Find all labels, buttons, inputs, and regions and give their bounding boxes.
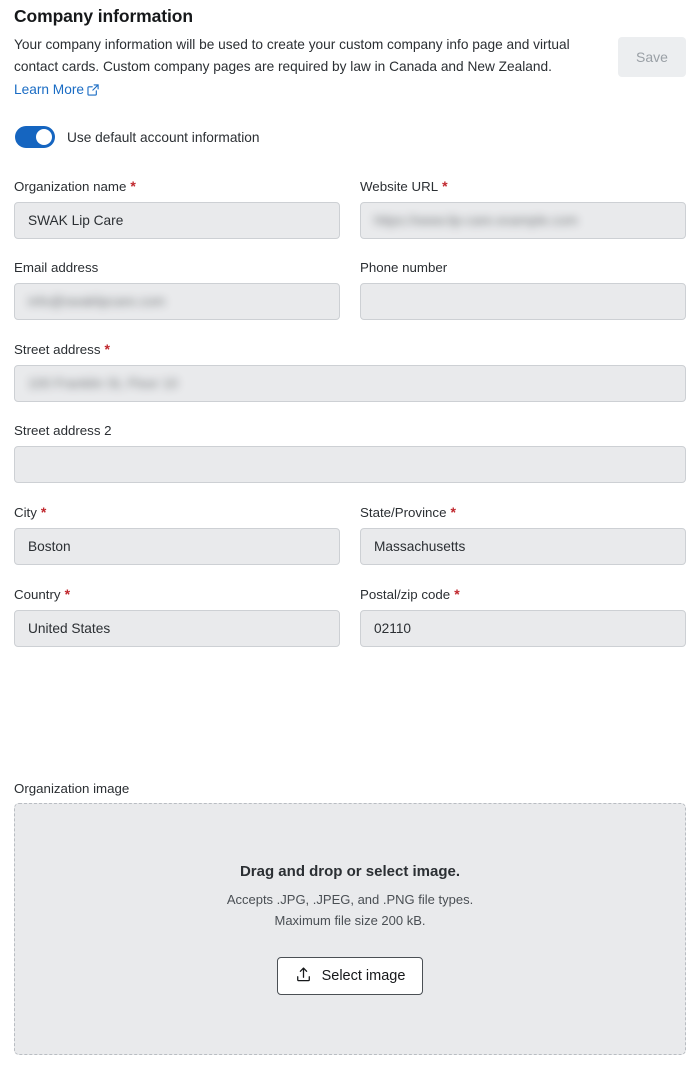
city-label: City * [14, 504, 340, 521]
form-row-street-address-2: Street address 2 [14, 423, 686, 483]
email-address-input[interactable]: info@swaklipcare.com [14, 282, 340, 320]
state-province-input[interactable]: Massachusetts [360, 527, 686, 565]
save-button[interactable]: Save [618, 37, 686, 77]
street-address-value: 100 Franklin St, Floor 10 [28, 375, 178, 391]
city-value: Boston [28, 538, 71, 554]
learn-more-label: Learn More [14, 81, 84, 97]
organization-name-value: SWAK Lip Care [28, 212, 124, 228]
dropzone-accepts-text: Accepts .JPG, .JPEG, and .PNG file types… [226, 891, 474, 907]
organization-image-label: Organization image [14, 781, 130, 796]
website-url-input[interactable]: https://www.lip-care.example.com [360, 201, 686, 239]
state-province-label-text: State/Province [360, 504, 447, 520]
postal-code-label-text: Postal/zip code [360, 586, 451, 602]
field-state-province: State/Province * Massachusetts [360, 504, 686, 565]
postal-code-label: Postal/zip code * [360, 586, 686, 603]
field-phone-number: Phone number [360, 260, 686, 320]
form-row-street-address: Street address * 100 Franklin St, Floor 1… [14, 341, 686, 402]
country-label: Country * [14, 586, 340, 603]
page-description: Your company information will be used to… [14, 34, 589, 103]
email-address-label: Email address [14, 259, 99, 275]
website-url-value: https://www.lip-care.example.com [374, 212, 578, 228]
street-address-label-text: Street address [14, 341, 101, 357]
organization-image-section: Organization image Drag and drop or sele… [14, 781, 686, 1055]
state-province-value: Massachusetts [374, 538, 466, 554]
street-address-input[interactable]: 100 Franklin St, Floor 10 [14, 364, 686, 402]
form-row-country-postal: Country * United States Postal/zip code * … [14, 586, 686, 647]
street-address-2-input[interactable] [14, 445, 686, 483]
form-row-name-website: Organization name * SWAK Lip Care Website… [14, 178, 686, 239]
page-header: Company information Your company informa… [14, 6, 686, 103]
street-address-2-label: Street address 2 [14, 422, 112, 438]
required-asterisk: * [450, 503, 456, 520]
postal-code-value: 02110 [374, 620, 412, 636]
form-row-email-phone: Email address info@swaklipcare.com Phone… [14, 260, 686, 320]
required-asterisk: * [454, 585, 460, 602]
learn-more-link[interactable]: Learn More [14, 82, 99, 97]
phone-number-input[interactable] [360, 282, 686, 320]
phone-number-label: Phone number [360, 259, 448, 275]
company-information-form: Organization name * SWAK Lip Care Website… [14, 178, 686, 668]
postal-code-input[interactable]: 02110 [360, 609, 686, 647]
field-email-address: Email address info@swaklipcare.com [14, 260, 340, 320]
dropzone-max-size-text: Maximum file size 200 kB. [274, 913, 426, 928]
upload-icon [295, 966, 312, 987]
external-link-icon [87, 81, 99, 103]
field-city: City * Boston [14, 504, 340, 565]
field-country: Country * United States [14, 586, 340, 647]
required-asterisk: * [130, 178, 136, 194]
page-title: Company information [14, 6, 193, 26]
company-information-page: Company information Your company informa… [0, 0, 700, 1074]
field-postal-code: Postal/zip code * 02110 [360, 586, 686, 647]
country-label-text: Country [14, 586, 61, 602]
street-address-label: Street address * [14, 341, 686, 358]
header-text-block: Company information Your company informa… [14, 6, 589, 103]
image-dropzone[interactable]: Drag and drop or select image. Accepts .… [14, 803, 686, 1055]
field-organization-name: Organization name * SWAK Lip Care [14, 178, 340, 239]
use-default-account-information-row: Use default account information [15, 126, 260, 148]
organization-name-input[interactable]: SWAK Lip Care [14, 201, 340, 239]
field-website-url: Website URL * https://www.lip-care.exampl… [360, 178, 686, 239]
toggle-knob [36, 129, 52, 145]
country-value: United States [28, 620, 111, 636]
field-street-address-2: Street address 2 [14, 423, 686, 483]
city-input[interactable]: Boston [14, 527, 340, 565]
select-image-button[interactable]: Select image [276, 957, 424, 996]
field-street-address: Street address * 100 Franklin St, Floor 1… [14, 341, 686, 402]
required-asterisk: * [442, 178, 448, 194]
email-address-value: info@swaklipcare.com [28, 293, 166, 309]
website-url-label: Website URL * [360, 178, 686, 195]
country-input[interactable]: United States [14, 609, 340, 647]
organization-name-label-text: Organization name [14, 179, 127, 194]
form-row-city-state: City * Boston State/Province * Massachuset… [14, 504, 686, 565]
select-image-button-label: Select image [321, 968, 406, 985]
dropzone-title: Drag and drop or select image. [239, 862, 461, 880]
website-url-label-text: Website URL [360, 179, 439, 194]
page-description-text: Your company information will be used to… [14, 36, 570, 75]
required-asterisk: * [104, 340, 110, 357]
organization-name-label: Organization name * [14, 178, 340, 195]
state-province-label: State/Province * [360, 504, 686, 521]
toggle-label: Use default account information [67, 129, 260, 145]
required-asterisk: * [40, 503, 47, 520]
required-asterisk: * [64, 585, 71, 602]
city-label-text: City [14, 504, 37, 520]
use-default-account-information-toggle[interactable] [15, 126, 55, 148]
